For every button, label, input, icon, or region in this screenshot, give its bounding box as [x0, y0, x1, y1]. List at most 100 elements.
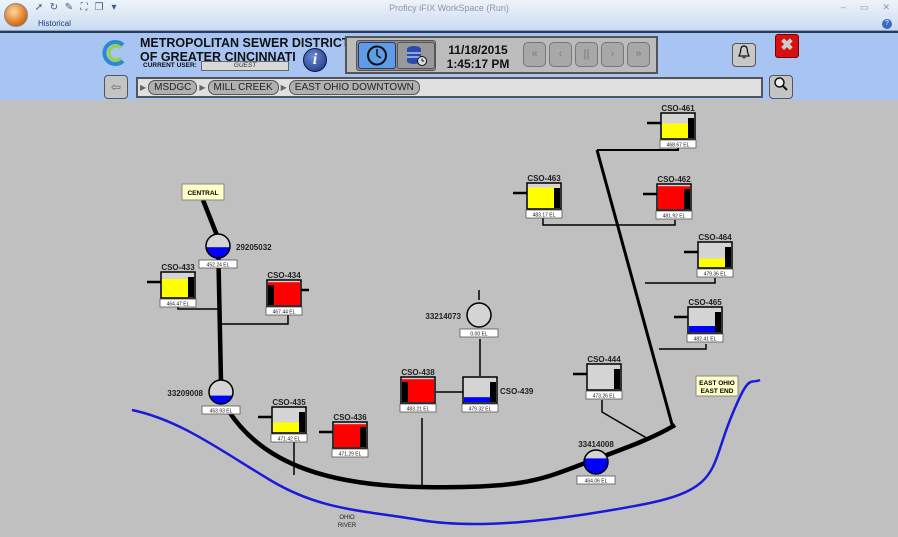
river-label: RIVER: [338, 523, 357, 529]
cso-elevation-value: 483.17 EL: [533, 213, 556, 219]
playback-controls: « ‹ || › »: [523, 42, 650, 67]
quick-access-toolbar: ➚ ↻ ✎ ⛶ ❐ ▾: [33, 2, 120, 14]
cso-tank[interactable]: CSO-463 483.17 EL: [513, 174, 563, 219]
manhole-id-label: 33414008: [578, 440, 614, 449]
forward-fast-button[interactable]: »: [627, 42, 650, 67]
cso-elevation-value: 473.26 EL: [593, 394, 616, 400]
cso-tank[interactable]: CSO-435 471.42 EL: [258, 398, 308, 443]
fullscreen-icon[interactable]: ⛶: [78, 2, 90, 14]
window-titlebar: Proficy iFIX WorkSpace (Run) ➚ ↻ ✎ ⛶ ❐ ▾…: [0, 0, 898, 17]
cso-tank[interactable]: CSO-444 473.26 EL: [573, 355, 623, 400]
manhole-id-label: 33209008: [167, 389, 203, 398]
cso-id-label: CSO-461: [661, 104, 695, 113]
minimize-button[interactable]: –: [841, 2, 846, 13]
breadcrumb-separator-icon: ▶: [199, 83, 206, 92]
datetime-display: 11/18/2015 1:45:17 PM: [445, 43, 511, 71]
breadcrumb-separator-icon: ▶: [280, 83, 287, 92]
sewer-network-diagram: OHIO RIVER CENTRAL EAST OHIO EAST END CS…: [131, 104, 761, 529]
river-label: OHIO: [339, 515, 355, 521]
cso-id-label: CSO-464: [698, 233, 732, 242]
east-end-label: EAST END: [701, 388, 734, 395]
breadcrumb-item[interactable]: EAST OHIO DOWNTOWN: [288, 80, 420, 95]
east-end-label: EAST OHIO: [699, 380, 735, 387]
play-button[interactable]: ›: [601, 42, 624, 67]
time-value: 1:45:17 PM: [446, 57, 510, 71]
cso-id-label: CSO-444: [587, 355, 621, 364]
date-value: 11/18/2015: [448, 43, 508, 57]
cso-elevation-value: 483.21 EL: [407, 407, 430, 413]
cso-gate-bar: [188, 277, 194, 297]
manhole-elevation-value: 464.06 EL: [585, 479, 608, 485]
info-button[interactable]: i: [303, 48, 327, 72]
windows-icon[interactable]: ❐: [93, 2, 105, 14]
refresh-icon[interactable]: ↻: [48, 2, 60, 14]
edit-icon[interactable]: ✎: [63, 2, 75, 14]
cso-tank[interactable]: CSO-434 467.44 EL: [265, 271, 309, 316]
cso-elevation-value: 471.42 EL: [278, 437, 301, 443]
cso-gate-bar: [299, 412, 305, 432]
cso-id-label: CSO-433: [161, 263, 195, 272]
help-icon[interactable]: ?: [882, 19, 892, 29]
cso-gate-bar: [688, 118, 694, 138]
cso-elevation-value: 468.67 EL: [667, 143, 690, 149]
cso-tank[interactable]: CSO-439 479.32 EL: [461, 376, 534, 413]
time-control-panel: 11/18/2015 1:45:17 PM « ‹ || › »: [345, 36, 658, 74]
manhole-elevation-value: 452.24 EL: [207, 263, 230, 269]
breadcrumb-separator-icon: ▶: [140, 83, 147, 92]
cso-tank[interactable]: CSO-462 481.92 EL: [643, 175, 693, 220]
manhole-id-label: 29205032: [236, 243, 272, 252]
manhole[interactable]: 33209008 453.93 EL: [167, 379, 241, 415]
alarm-bell-button[interactable]: [732, 43, 756, 67]
cso-gate-bar: [725, 247, 731, 267]
cso-tank[interactable]: CSO-464 479.36 EL: [684, 233, 734, 278]
manhole-layer: 29205032 452.24 EL 33209008 453.93 EL 332140…: [167, 233, 616, 485]
cso-elevation-value: 471.29 EL: [339, 452, 362, 458]
manhole[interactable]: 33214073 0.00 EL: [425, 302, 499, 338]
cso-elevation-value: 479.32 EL: [469, 407, 492, 413]
cso-gate-bar: [490, 382, 496, 402]
manhole-level-fill: [584, 458, 608, 474]
close-display-button[interactable]: ✖: [775, 34, 799, 58]
manhole-id-label: 33214073: [425, 312, 461, 321]
live-mode-button[interactable]: [358, 42, 396, 69]
cso-tank[interactable]: CSO-433 464.47 EL: [147, 263, 197, 308]
breadcrumb: ▶ MSDGC ▶ MILL CREEK ▶ EAST OHIO DOWNTOW…: [136, 77, 763, 98]
cso-elevation-value: 467.44 EL: [273, 310, 296, 316]
close-window-button[interactable]: ✕: [882, 2, 890, 13]
cso-tank[interactable]: CSO-436 471.29 EL: [319, 413, 369, 458]
cso-id-label: CSO-436: [333, 413, 367, 422]
manhole-elevation-value: 453.93 EL: [210, 409, 233, 415]
cso-tank[interactable]: CSO-438 483.21 EL: [399, 368, 437, 413]
search-icon: [774, 77, 788, 91]
tab-historical[interactable]: Historical: [38, 19, 71, 28]
back-button[interactable]: ⇦: [104, 75, 128, 99]
cso-id-label: CSO-462: [657, 175, 691, 184]
restore-button[interactable]: ▭: [860, 2, 869, 13]
step-back-button[interactable]: ‹: [549, 42, 572, 67]
search-button[interactable]: [769, 75, 793, 99]
current-user-field: GUEST: [201, 61, 289, 71]
cso-layer: CSO-433 464.47 EL CSO-434 467.44 EL CSO-435 4…: [147, 104, 734, 458]
pause-button[interactable]: ||: [575, 42, 598, 67]
bell-icon: [738, 45, 750, 59]
run-icon[interactable]: ➚: [33, 2, 45, 14]
cso-id-label: CSO-438: [401, 368, 435, 377]
historical-mode-button[interactable]: [397, 42, 435, 69]
mode-toggle: [356, 40, 436, 71]
breadcrumb-item[interactable]: MSDGC: [148, 80, 198, 95]
breadcrumb-item[interactable]: MILL CREEK: [207, 80, 279, 95]
customize-qat-icon[interactable]: ▾: [108, 2, 120, 14]
cso-gate-bar: [684, 189, 690, 209]
app-menu-button[interactable]: [4, 3, 28, 27]
cso-tank[interactable]: CSO-465 482.41 EL: [674, 298, 724, 343]
msd-logo: [102, 40, 125, 66]
cso-gate-bar: [614, 369, 620, 389]
cso-tank[interactable]: CSO-461 468.67 EL: [647, 104, 697, 149]
manhole[interactable]: 29205032 452.24 EL: [198, 233, 272, 269]
cso-gate-bar: [554, 188, 560, 208]
cso-gate-bar: [268, 285, 274, 305]
rewind-fast-button[interactable]: «: [523, 42, 546, 67]
cso-elevation-value: 482.41 EL: [694, 337, 717, 343]
database-clock-icon: [407, 46, 427, 66]
cso-elevation-value: 464.47 EL: [167, 302, 190, 308]
